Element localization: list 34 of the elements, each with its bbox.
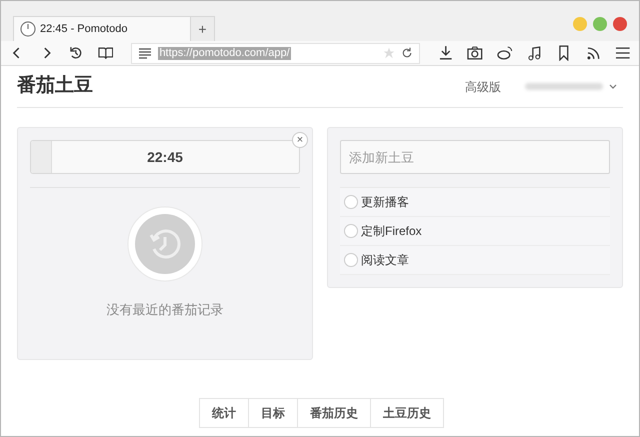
empty-message: 没有最近的番茄记录 <box>106 301 224 319</box>
tab[interactable]: 土豆历史 <box>370 398 444 428</box>
history-icon <box>127 206 203 282</box>
checkbox[interactable] <box>344 253 358 267</box>
checkbox[interactable] <box>344 224 358 238</box>
url-text: https://pomotodo.com/app/ <box>158 46 291 60</box>
caret-icon[interactable] <box>609 84 617 90</box>
tab[interactable]: 目标 <box>248 398 298 428</box>
todo-label: 定制Firefox <box>361 223 422 240</box>
tab[interactable]: 番茄历史 <box>297 398 371 428</box>
tab-title: 22:45 - Pomotodo <box>40 22 128 37</box>
close-button[interactable] <box>613 17 627 31</box>
clock-icon <box>20 21 36 37</box>
history-icon[interactable] <box>68 45 84 61</box>
todo-label: 更新播客 <box>361 194 409 211</box>
browser-tab[interactable]: 22:45 - Pomotodo <box>13 16 191 41</box>
close-button[interactable]: × <box>292 132 308 148</box>
book-icon[interactable] <box>98 45 114 61</box>
camera-icon[interactable] <box>467 45 483 61</box>
checkbox[interactable] <box>344 195 358 209</box>
rss-icon[interactable] <box>586 45 602 61</box>
new-tab-button[interactable]: + <box>191 16 215 41</box>
menu-icon[interactable] <box>615 45 631 61</box>
app-title: 番茄土豆 <box>17 75 93 98</box>
music-icon[interactable] <box>526 45 542 61</box>
reader-icon[interactable] <box>138 47 152 59</box>
add-todo-field[interactable]: 添加新土豆 <box>340 140 610 174</box>
tab[interactable]: 统计 <box>199 398 249 428</box>
star-icon[interactable] <box>382 47 395 59</box>
download-icon[interactable] <box>438 45 454 61</box>
reload-icon[interactable] <box>400 47 413 59</box>
timer-time: 22:45 <box>147 148 183 166</box>
todo-label: 阅读文章 <box>361 252 409 269</box>
premium-link[interactable]: 高级版 <box>465 78 501 96</box>
